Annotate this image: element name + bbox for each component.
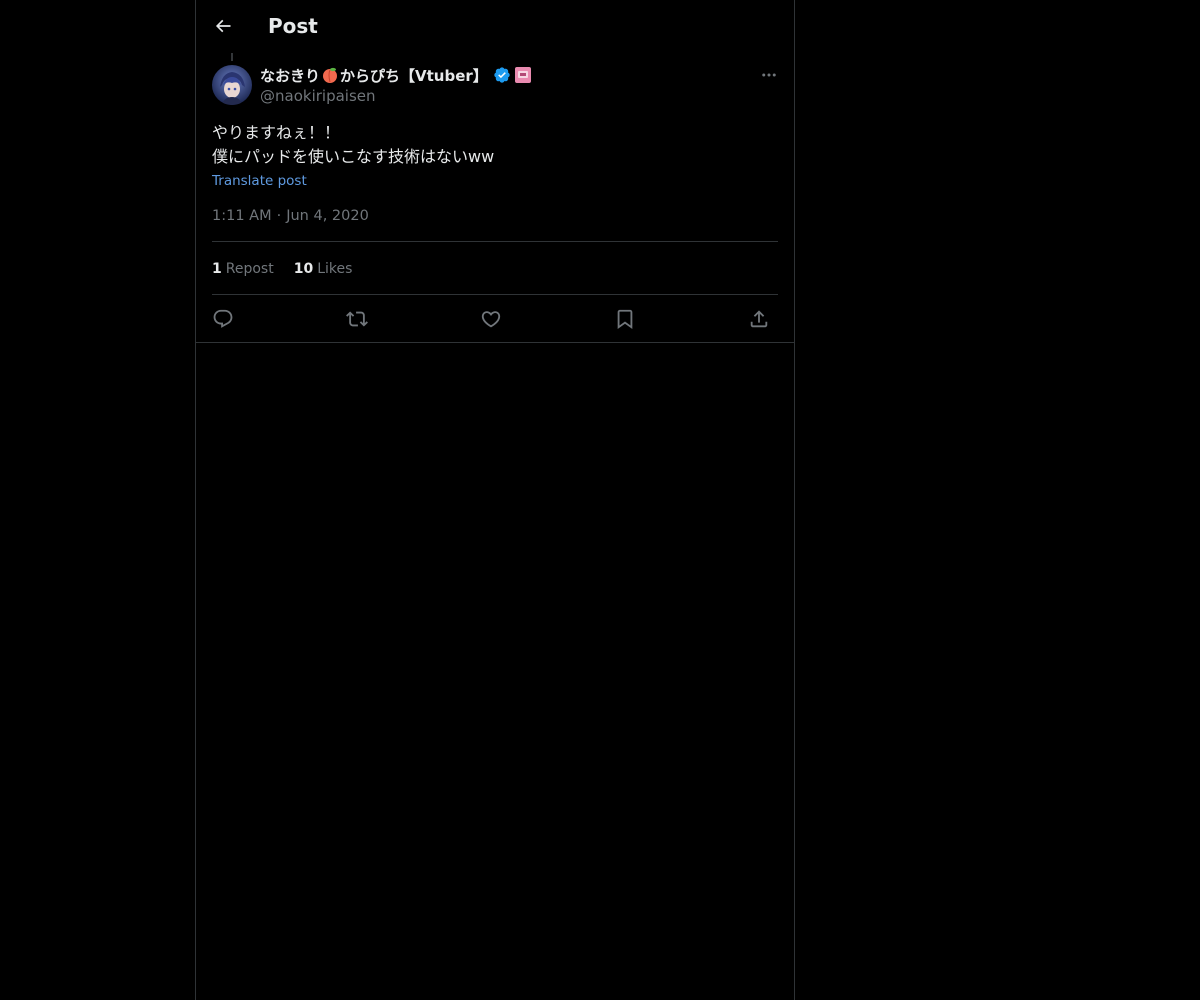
arrow-left-icon (215, 19, 231, 33)
affiliate-badge-icon (514, 67, 531, 83)
post-timestamp: 1:11 AM · Jun 4, 2020 (212, 206, 369, 226)
avatar-image (212, 65, 252, 105)
repost-button[interactable] (344, 306, 370, 332)
more-icon (762, 73, 776, 77)
divider (212, 294, 778, 295)
display-name[interactable]: なおきり からぴち【Vtuber】 (260, 65, 488, 86)
display-name-suffix: からぴち【Vtuber】 (340, 66, 488, 85)
more-button[interactable] (756, 64, 782, 86)
separator: · (276, 208, 282, 224)
post-text-line: 僕にパッドを使いこなす技術はないww (212, 147, 495, 166)
reply-button[interactable] (210, 306, 236, 332)
page-title: Post (268, 14, 318, 38)
reposts-label: Repost (225, 261, 274, 277)
post-column: Post なおきり からぴち【Vtuber】 @naokiripaisen やり… (195, 0, 795, 1000)
author-handle[interactable]: @naokiripaisen (260, 86, 376, 106)
reposts-stat[interactable]: 1 Repost (212, 259, 274, 279)
back-button[interactable] (208, 11, 238, 41)
reposts-count: 1 (212, 261, 222, 277)
divider (212, 241, 778, 242)
post-bottom-border (196, 342, 794, 343)
avatar[interactable] (212, 65, 252, 105)
post-text: やりますねぇ！！ 僕にパッドを使いこなす技術はないww (212, 121, 772, 169)
share-icon (750, 310, 768, 328)
post-stats: 1 Repost 10 Likes (212, 259, 372, 279)
likes-count: 10 (293, 261, 314, 277)
bookmark-button[interactable] (612, 306, 638, 332)
heart-icon (481, 311, 501, 328)
header: Post (196, 0, 794, 53)
translate-post-link[interactable]: Translate post (212, 172, 307, 190)
like-button[interactable] (478, 306, 504, 332)
reply-icon (213, 309, 233, 328)
author-name-row[interactable]: なおきり からぴち【Vtuber】 (260, 64, 531, 86)
verified-badge-icon (494, 67, 510, 83)
post-text-line: やりますねぇ！！ (212, 123, 341, 142)
peach-emoji-icon (323, 67, 338, 83)
post-date[interactable]: Jun 4, 2020 (286, 208, 369, 224)
repost-icon (346, 311, 368, 327)
thread-line (231, 53, 233, 61)
display-name-prefix: なおきり (260, 66, 321, 85)
share-button[interactable] (746, 306, 772, 332)
action-bar (212, 306, 778, 332)
post-time[interactable]: 1:11 AM (212, 208, 272, 224)
likes-label: Likes (317, 261, 353, 277)
likes-stat[interactable]: 10 Likes (294, 259, 353, 279)
bookmark-icon (617, 309, 633, 330)
